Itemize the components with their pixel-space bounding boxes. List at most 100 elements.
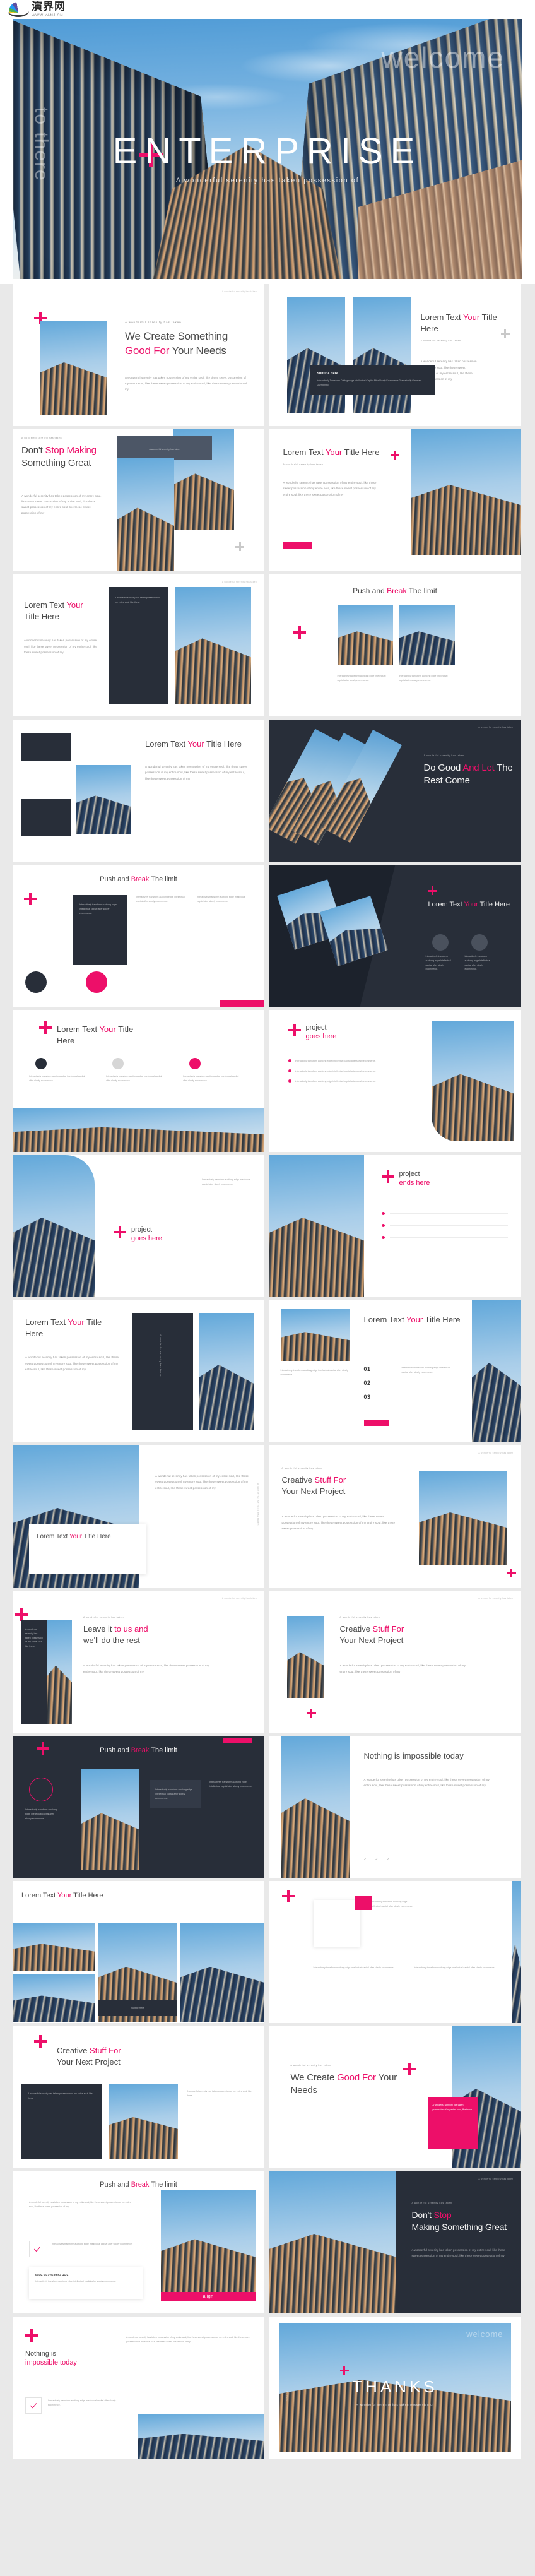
dark-panel: A wonderful serenity has taken possessio… (21, 1620, 47, 1724)
slide-body: A wonderful serenity has taken possessio… (126, 2336, 250, 2343)
slide-photo (512, 1881, 521, 2023)
slide-body: A wonderful serenity has taken possessio… (281, 1515, 396, 1530)
slide-title: Nothing is impossible today (363, 1751, 464, 1760)
slide-thumbnail[interactable]: A wonderful serenity has taken Lorem Tex… (13, 574, 264, 716)
slide-thumbnail[interactable]: Lorem Text Your Title Here A wonderful s… (13, 1300, 264, 1442)
corner-note: A wonderful serenity has taken (478, 1452, 514, 1454)
slide-thumbnail[interactable]: A wonderful serenity has taken Don't Sto… (13, 429, 264, 571)
slide-thumbnail[interactable]: Lorem Text Your Title Here A wonderful s… (269, 284, 521, 426)
slide-photo (13, 1155, 95, 1297)
slide-thumbnail[interactable]: Lorem Text Your Title Here Interactively… (269, 1300, 521, 1442)
slide-body: A wonderful serenity has taken possessio… (21, 494, 102, 515)
slide-thumbnail[interactable]: Lorem Text Your Title Here Interactively… (269, 865, 521, 1007)
plus-icon (288, 1024, 301, 1036)
slide-thumbnail[interactable]: Nothing is impossible today A wonderful … (13, 2317, 264, 2459)
slide-title: Lorem Text Your Title Here (145, 739, 242, 749)
slide-thumbnail[interactable]: Push and Break The limit Interactively t… (13, 1736, 264, 1878)
slide-thumbnail[interactable]: Interactively transform auctiong edge in… (269, 1881, 521, 2023)
slide-thumbnail[interactable]: Lorem Text Your Title Here A wonderful s… (269, 429, 521, 571)
slide-photo (180, 1923, 264, 2022)
plus-icon (114, 1226, 126, 1238)
slide-thumbnail[interactable]: A wonderful serenity has taken We Create… (269, 2026, 521, 2168)
slide-body: Interactively transform auctiong edge in… (425, 955, 452, 971)
panel-body: A wonderful serenity has taken possessio… (432, 2104, 473, 2111)
accent-panel: A wonderful serenity has taken possessio… (427, 2097, 478, 2149)
slide-title: Nothing is impossible today (25, 2350, 77, 2367)
slide-thumbnail[interactable]: Lorem Text Your Title Here A wonderful s… (13, 1445, 264, 1588)
slide-photo (286, 1616, 324, 1698)
slide-title: Lorem Text Your Title Here (363, 1315, 461, 1324)
slide-thumbnail[interactable]: THANKS A wonderful serenity has taken po… (269, 2317, 521, 2459)
bullet-dot (381, 1212, 385, 1215)
slide-thumbnail[interactable]: Lorem Text Your Title Here Interactively… (13, 1010, 264, 1152)
slide-thumbnail[interactable]: A wonderful serenity has taken A wonderf… (269, 720, 521, 862)
accent-bar (223, 1738, 252, 1743)
slide-eyebrow: A wonderful serenity has taken (290, 2064, 331, 2067)
corner-note: A wonderful serenity has taken (221, 581, 257, 583)
dark-panel (21, 799, 71, 836)
slide-thumbnail[interactable]: Lorem Text Your Title Here A wonderful s… (13, 720, 264, 862)
slide-eyebrow: A wonderful serenity has taken (420, 340, 461, 343)
dark-panel: A wonderful serenity has taken (132, 1313, 193, 1430)
caption-strip: Subtitle Here (98, 2000, 177, 2016)
slide-title: Lorem Text Your Title Here (57, 1024, 134, 1046)
dark-panel: Interactively transform auctiong edge in… (150, 1780, 201, 1808)
badge-circle (86, 971, 107, 993)
slide-grid: A wonderful serenity has taken A wonderf… (0, 284, 535, 2459)
slide-body: Interactively transform auctiong edge in… (313, 1966, 394, 1969)
bullet-dot (381, 1224, 385, 1227)
social-icon[interactable]: ✔ (375, 1858, 378, 1861)
slide-photo (352, 297, 411, 413)
social-icon[interactable]: ✔ (387, 1858, 389, 1861)
slide-photo (109, 2084, 178, 2159)
icon-ring (29, 1778, 53, 1801)
slide-thumbnail[interactable]: project goes here Interactively transfor… (269, 1010, 521, 1152)
plus-icon (25, 2329, 38, 2342)
slide-thumbnail[interactable]: Nothing is impossible today A wonderful … (269, 1736, 521, 1878)
slide-title: Creative Stuff For Your Next Project (339, 1624, 404, 1646)
social-icon[interactable]: ✔ (364, 1858, 367, 1861)
slide-title: THANKS (352, 2377, 438, 2396)
slide-thumbnail[interactable]: Lorem Text Your Title Here Subtitle Here (13, 1881, 264, 2023)
check-box (25, 2397, 42, 2414)
slide-thumbnail[interactable]: project ends here (269, 1155, 521, 1297)
slide-thumbnail[interactable]: Push and Break The limit Interactively t… (13, 865, 264, 1007)
slide-thumbnail[interactable]: A wonderful serenity has taken A wonderf… (13, 1591, 264, 1733)
slide-photo (269, 2171, 396, 2313)
plus-icon (428, 886, 437, 895)
check-box (29, 2241, 45, 2257)
cta-button[interactable] (363, 1420, 389, 1426)
slide-photo (410, 429, 521, 555)
hero-subtitle: A wonderful serenity has taken possessio… (175, 177, 360, 184)
slide-eyebrow: A wonderful serenity has taken (83, 1616, 124, 1618)
vertical-caption: A wonderful serenity has taken (159, 1334, 162, 1377)
slide-title: Don't Stop Making Something Great (411, 2210, 507, 2232)
cta-button[interactable] (283, 542, 312, 549)
slide-title: Creative Stuff For Your Next Project (57, 2046, 121, 2067)
hero-section: welcome to there ENTERPRISE A wonderful … (0, 19, 535, 284)
hero-slide[interactable]: welcome to there ENTERPRISE A wonderful … (13, 19, 522, 279)
slide-photo (76, 765, 131, 834)
slide-photo (13, 1974, 95, 2022)
panel-body: Interactively transform auctiong edge in… (155, 1788, 192, 1800)
slide-thumbnail[interactable]: A wonderful serenity has taken A wonderf… (13, 284, 264, 426)
list-item: Interactively transform auctiong edge in… (295, 1060, 376, 1062)
slide-title: Don't Stop Making Something Great (21, 445, 97, 469)
slide-title: Lorem Text Your Title Here (283, 448, 380, 457)
slide-title: Do Good And Let The Rest Come (423, 763, 513, 786)
slide-photo (161, 2190, 256, 2301)
info-card: Write Your Subtitle Here Interactively t… (29, 2267, 143, 2299)
slide-photo (280, 1736, 350, 1878)
slide-thumbnail[interactable]: Creative Stuff For Your Next Project A w… (13, 2026, 264, 2168)
slide-thumbnail[interactable]: Push and Break The limit Interactively t… (269, 574, 521, 716)
slide-subtitle: A wonderful serenity has taken possessio… (356, 2403, 434, 2406)
slide-thumbnail[interactable]: Push and Break The limit A wonderful ser… (13, 2171, 264, 2313)
stat-number: 03 (363, 1394, 371, 1400)
bullet-dot (288, 1059, 291, 1062)
slide-thumbnail[interactable]: project goes here Interactively transfor… (13, 1155, 264, 1297)
slide-thumbnail[interactable]: A wonderful serenity has taken A wonderf… (269, 2171, 521, 2313)
caption-title: Subtitle Here (317, 372, 338, 376)
slide-thumbnail[interactable]: A wonderful serenity has taken A wonderf… (269, 1591, 521, 1733)
site-logo[interactable]: 演界网 WWW.YANJ.CN (8, 1, 66, 18)
slide-thumbnail[interactable]: A wonderful serenity has taken A wonderf… (269, 1445, 521, 1588)
